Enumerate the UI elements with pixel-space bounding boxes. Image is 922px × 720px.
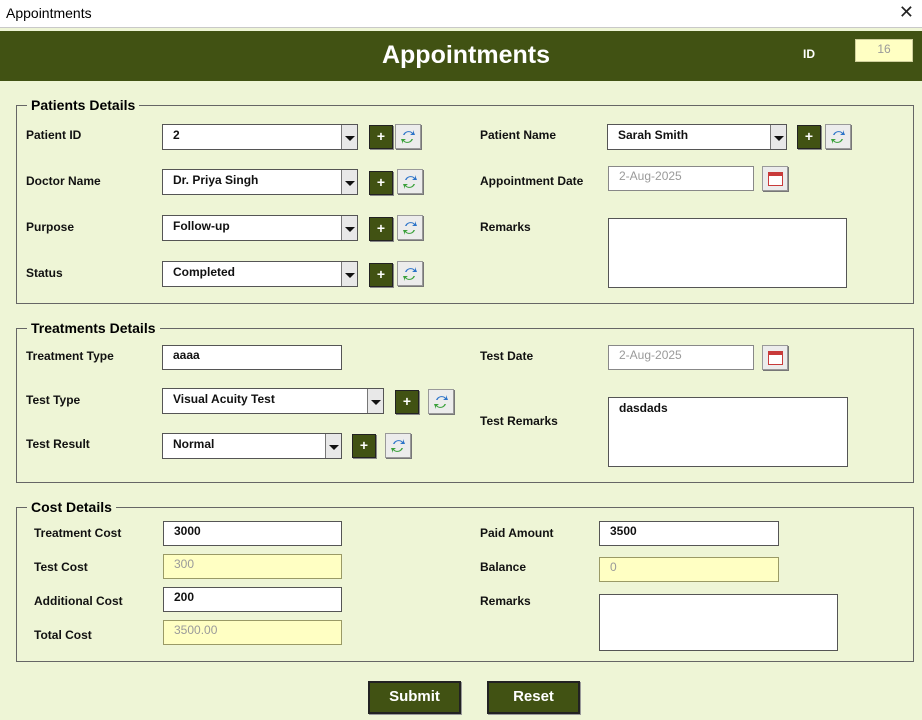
refresh-purpose-button[interactable] [397, 215, 423, 240]
chevron-down-icon[interactable] [341, 216, 357, 240]
refresh-patient-name-button[interactable] [825, 124, 851, 149]
chevron-down-icon[interactable] [325, 434, 341, 458]
refresh-icon [403, 267, 417, 281]
test-type-value: Visual Acuity Test [173, 392, 275, 406]
refresh-patient-id-button[interactable] [395, 124, 421, 149]
paid-amount-field[interactable]: 3500 [599, 521, 779, 546]
chevron-down-icon[interactable] [341, 262, 357, 286]
patient-id-dropdown[interactable]: 2 [162, 124, 358, 150]
add-patient-name-button[interactable]: + [797, 125, 821, 149]
chevron-down-icon[interactable] [367, 389, 383, 413]
chevron-down-icon[interactable] [341, 170, 357, 194]
chevron-down-icon[interactable] [341, 125, 357, 149]
doctor-name-dropdown[interactable]: Dr. Priya Singh [162, 169, 358, 195]
total-cost-field: 3500.00 [163, 620, 342, 645]
refresh-icon [403, 175, 417, 189]
test-result-label: Test Result [26, 437, 90, 451]
add-patient-id-button[interactable]: + [369, 125, 393, 149]
cost-details-legend: Cost Details [27, 499, 116, 515]
chevron-down-icon[interactable] [770, 125, 786, 149]
test-date-label: Test Date [480, 349, 534, 363]
treatment-type-field[interactable]: aaaa [162, 345, 342, 370]
paid-amount-label: Paid Amount [480, 526, 554, 540]
treatment-type-label: Treatment Type [26, 349, 114, 363]
submit-button[interactable]: Submit [368, 681, 461, 714]
test-type-dropdown[interactable]: Visual Acuity Test [162, 388, 384, 414]
appointment-date-field[interactable]: 2-Aug-2025 [608, 166, 754, 191]
patient-name-value: Sarah Smith [618, 128, 689, 142]
add-test-result-button[interactable]: + [352, 434, 376, 458]
total-cost-label: Total Cost [34, 628, 92, 642]
patient-id-value: 2 [173, 128, 180, 142]
test-result-value: Normal [173, 437, 215, 451]
refresh-icon [831, 130, 845, 144]
patient-name-label: Patient Name [480, 128, 557, 142]
add-doctor-button[interactable]: + [369, 171, 393, 195]
doctor-name-label: Doctor Name [26, 174, 101, 188]
page-title: Appointments [381, 41, 551, 69]
header-bar: Appointments ID 16 [0, 31, 922, 81]
patient-id-label: Patient ID [26, 128, 82, 142]
id-label: ID [803, 47, 815, 61]
reset-button[interactable]: Reset [487, 681, 580, 714]
add-status-button[interactable]: + [369, 263, 393, 287]
refresh-doctor-button[interactable] [397, 169, 423, 194]
cost-remarks-field[interactable] [599, 594, 838, 651]
add-purpose-button[interactable]: + [369, 217, 393, 241]
refresh-icon [434, 395, 448, 409]
test-date-calendar-button[interactable] [762, 345, 788, 370]
additional-cost-field[interactable]: 200 [163, 587, 342, 612]
refresh-icon [391, 439, 405, 453]
purpose-label: Purpose [26, 220, 75, 234]
status-label: Status [26, 266, 63, 280]
appointment-date-label: Appointment Date [480, 174, 584, 188]
window-title: Appointments [6, 5, 92, 21]
balance-field: 0 [599, 557, 779, 582]
test-result-dropdown[interactable]: Normal [162, 433, 342, 459]
status-dropdown[interactable]: Completed [162, 261, 358, 287]
treatment-cost-field[interactable]: 3000 [163, 521, 342, 546]
additional-cost-label: Additional Cost [34, 594, 123, 608]
add-test-type-button[interactable]: + [395, 390, 419, 414]
refresh-icon [403, 221, 417, 235]
refresh-test-result-button[interactable] [385, 433, 411, 458]
balance-label: Balance [480, 560, 527, 574]
test-cost-field: 300 [163, 554, 342, 579]
appointment-calendar-button[interactable] [762, 166, 788, 191]
treatments-details-legend: Treatments Details [27, 320, 160, 336]
id-field: 16 [855, 39, 913, 62]
purpose-dropdown[interactable]: Follow-up [162, 215, 358, 241]
treatment-cost-label: Treatment Cost [34, 526, 122, 540]
test-cost-label: Test Cost [34, 560, 88, 574]
close-icon[interactable]: ✕ [899, 2, 914, 23]
remarks-field[interactable] [608, 218, 847, 288]
refresh-test-type-button[interactable] [428, 389, 454, 414]
test-remarks-field[interactable]: dasdads [608, 397, 848, 467]
test-remarks-label: Test Remarks [480, 414, 558, 428]
refresh-status-button[interactable] [397, 261, 423, 286]
doctor-name-value: Dr. Priya Singh [173, 173, 259, 187]
status-value: Completed [173, 265, 236, 279]
purpose-value: Follow-up [173, 219, 230, 233]
patient-name-dropdown[interactable]: Sarah Smith [607, 124, 787, 150]
test-date-field[interactable]: 2-Aug-2025 [608, 345, 754, 370]
refresh-icon [401, 130, 415, 144]
cost-remarks-label: Remarks [480, 594, 531, 608]
remarks-label: Remarks [480, 220, 531, 234]
patients-details-legend: Patients Details [27, 97, 140, 113]
window-titlebar: Appointments ✕ [0, 0, 922, 28]
test-type-label: Test Type [26, 393, 81, 407]
